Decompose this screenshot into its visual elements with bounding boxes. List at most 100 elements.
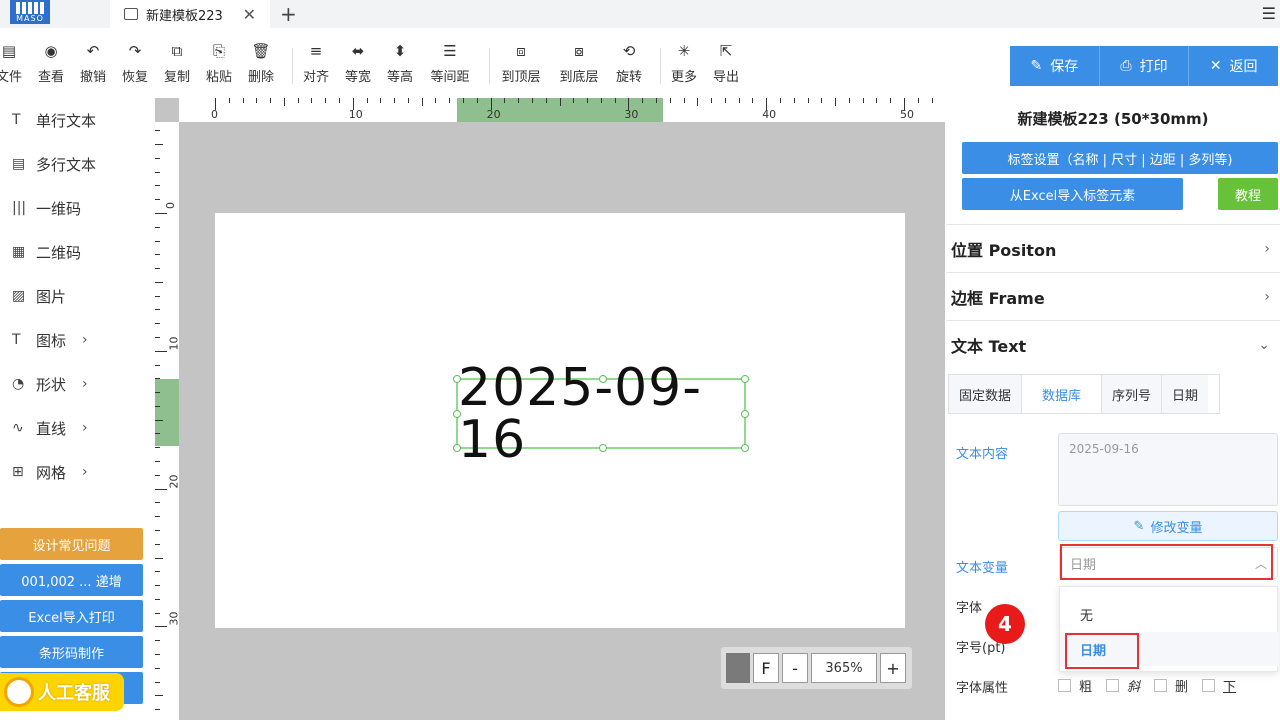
spacing-button[interactable]: ☰ 等间距 [425, 40, 475, 90]
barcode-make-button[interactable]: 条形码制作 [0, 636, 143, 668]
ruler-tick [325, 98, 327, 103]
fit-button[interactable]: F [753, 653, 779, 683]
excel-print-button[interactable]: Excel导入打印 [0, 600, 143, 632]
increment-button[interactable]: 001,002 ... 递增 [0, 564, 143, 596]
document-icon: ▤ [1, 42, 17, 60]
sidebar-item-label: 单行文本 [36, 111, 97, 130]
to-bottom-button[interactable]: ⧇ 到底层 [554, 40, 604, 90]
sidebar-item-8[interactable]: ⊞ 网格 › [0, 450, 155, 494]
zoom-in-button[interactable]: + [880, 653, 906, 683]
ruler-tick [155, 157, 160, 159]
ruler-tick [890, 98, 892, 103]
tab-date[interactable]: 日期 [1162, 375, 1209, 413]
frame-section[interactable]: 边框 Frame › [946, 272, 1280, 320]
view-button[interactable]: ◉ 查看 [34, 40, 68, 90]
label-paper[interactable]: 2025-09-16 [215, 213, 905, 628]
print-button[interactable]: ⎙ 打印 [1099, 46, 1190, 86]
italic-checkbox[interactable]: 斜 [1106, 676, 1140, 695]
chevron-right-icon: › [82, 332, 88, 348]
excel-import-button[interactable]: 从Excel导入标签元素 [962, 178, 1183, 210]
toolbar-label: 更多 [670, 70, 697, 85]
underline-checkbox[interactable]: 下 [1202, 676, 1236, 695]
text-content-field[interactable]: 2025-09-16 [1058, 433, 1278, 506]
back-button[interactable]: ✕ 返回 [1189, 46, 1279, 86]
delete-button[interactable]: 🗑 删除 [244, 40, 278, 90]
ruler-tick [155, 695, 163, 697]
sidebar-item-6[interactable]: ◔ 形状 › [0, 362, 155, 406]
same-height-button[interactable]: ⬍ 等高 [383, 40, 417, 90]
resize-handle[interactable] [599, 444, 607, 452]
customer-service-button[interactable]: 人工客服 [0, 673, 124, 711]
align-button[interactable]: ≡ 对齐 [299, 40, 333, 90]
toolbar-label: 对齐 [302, 70, 329, 85]
ruler-tick [155, 350, 167, 352]
ruler-tick [421, 98, 423, 106]
ruler-tick [155, 199, 160, 201]
zoom-bar: F - 365% + [721, 647, 912, 689]
close-tab-icon[interactable]: ✕ [243, 5, 256, 24]
selected-text-element[interactable]: 2025-09-16 [453, 362, 749, 466]
resize-handle[interactable] [741, 375, 749, 383]
chevron-right-icon: › [82, 420, 88, 436]
undo-button[interactable]: ↶ 撤销 [76, 40, 110, 90]
ruler-tick [931, 98, 933, 103]
bold-checkbox[interactable]: 粗 [1058, 676, 1092, 695]
same-width-button[interactable]: ⬌ 等宽 [341, 40, 375, 90]
text-section[interactable]: 文本 Text ⌄ [946, 320, 1280, 368]
rotate-button[interactable]: ⟲ 旋转 [612, 40, 646, 90]
toolbar-label: 删除 [247, 70, 274, 85]
file-button[interactable]: ▤ 文件 [0, 40, 26, 90]
tab-fixed-data[interactable]: 固定数据 [949, 375, 1023, 413]
document-tab[interactable]: 新建模板223 ✕ [110, 0, 270, 28]
sidebar-item-5[interactable]: T 图标 › [0, 318, 155, 362]
chevron-right-icon: › [1264, 240, 1270, 257]
redo-button[interactable]: ↷ 恢复 [118, 40, 152, 90]
ruler-tick [435, 98, 437, 103]
new-tab-button[interactable]: + [280, 2, 297, 26]
ruler-tick [155, 392, 160, 394]
ruler-tick [155, 653, 160, 655]
zoom-out-button[interactable]: - [782, 653, 808, 683]
sidebar-item-3[interactable]: ▦ 二维码 [0, 230, 155, 274]
sidebar-item-1[interactable]: ▤ 多行文本 [0, 142, 155, 186]
color-swatch[interactable] [726, 653, 750, 683]
modify-variable-button[interactable]: ✎ 修改变量 [1058, 511, 1278, 541]
export-button[interactable]: ⇱ 导出 [709, 40, 743, 90]
strikethrough-checkbox[interactable]: 删 [1154, 676, 1188, 695]
design-canvas[interactable]: 0 10 20 30 40 50 0 10 20 30 2025-09-16 F - 365% … [155, 98, 945, 720]
to-top-button[interactable]: ⧈ 到顶层 [496, 40, 546, 90]
tab-database[interactable]: 数据库 [1022, 375, 1103, 413]
ruler-tick [807, 98, 809, 103]
menu-icon[interactable]: ☰ [1262, 4, 1276, 23]
dropdown-option-none[interactable]: 无 [1060, 597, 1279, 631]
trash-icon: 🗑 [251, 42, 271, 60]
tab-serial-number[interactable]: 序列号 [1102, 375, 1163, 413]
ruler-tick [531, 98, 533, 103]
copy-button[interactable]: ⧉ 复制 [160, 40, 194, 90]
resize-handle[interactable] [741, 410, 749, 418]
zoom-value[interactable]: 365% [811, 653, 877, 683]
ruler-tick [155, 516, 160, 518]
tutorial-button[interactable]: 教程 [1218, 178, 1278, 210]
toolbar-separator [489, 48, 490, 84]
save-button[interactable]: ✎ 保存 [1010, 46, 1100, 86]
sidebar-item-4[interactable]: ▨ 图片 [0, 274, 155, 318]
resize-handle[interactable] [453, 375, 461, 383]
edit-icon: ✎ [1133, 518, 1145, 534]
resize-handle[interactable] [599, 375, 607, 383]
resize-handle[interactable] [453, 444, 461, 452]
label-settings-button[interactable]: 标签设置（名称 | 尺寸 | 边距 | 多列等) [962, 142, 1278, 174]
sidebar-item-7[interactable]: ∿ 直线 › [0, 406, 155, 450]
resize-handle[interactable] [453, 410, 461, 418]
position-section[interactable]: 位置 Positon › [946, 224, 1280, 272]
sidebar-item-0[interactable]: T 单行文本 [0, 98, 155, 142]
resize-handle[interactable] [741, 444, 749, 452]
sidebar-item-label: 图片 [36, 287, 67, 306]
paste-button[interactable]: ⎘ 粘贴 [202, 40, 236, 90]
ruler-tick [752, 98, 754, 103]
font-attr-label: 字体属性 [956, 681, 1009, 696]
ruler-tick [821, 98, 823, 103]
sidebar-item-2[interactable]: ||| 一维码 [0, 186, 155, 230]
faq-button[interactable]: 设计常见问题 [0, 528, 143, 560]
more-button[interactable]: ✳ 更多 [667, 40, 701, 90]
